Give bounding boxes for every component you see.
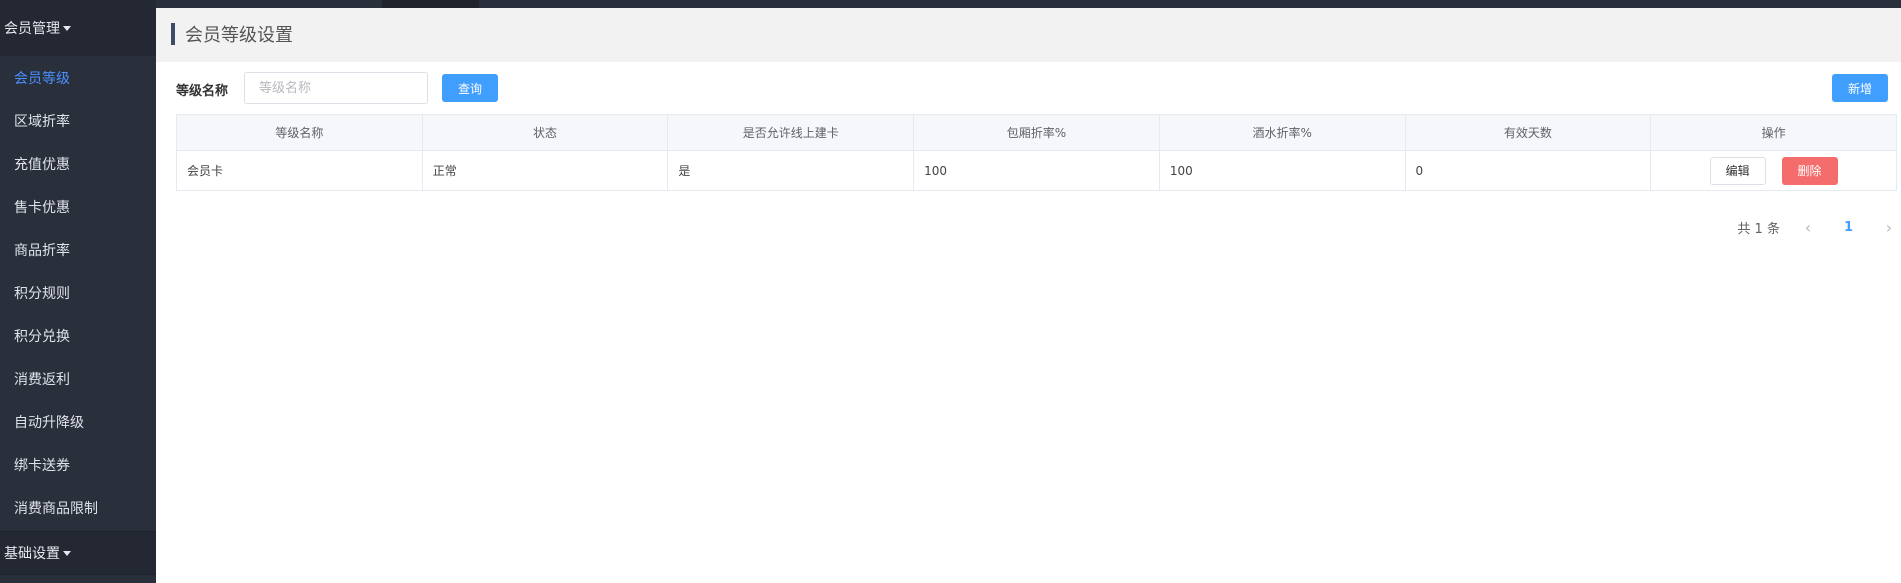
add-button[interactable]: 新增 [1832,74,1888,102]
sidebar-item-card-sale-discount[interactable]: 售卡优惠 [0,185,156,228]
sidebar-item-recharge-discount[interactable]: 充值优惠 [0,142,156,185]
cell-days: 0 [1404,150,1652,191]
sidebar-item-label: 会员等级 [14,70,70,87]
app-root: 会员管理 会员等级 区域折率 充值优惠 售卡优惠 商品折率 积分规则 积分兑换 … [0,0,1901,583]
top-tab[interactable] [382,0,479,8]
cell-room-rate: 100 [913,150,1160,191]
cell-online: 是 [667,150,915,191]
col-header: 等级名称 [176,114,423,151]
sidebar-item-bind-card-coupon[interactable]: 绑卡送券 [0,443,156,486]
sidebar-item-consume-rebate[interactable]: 消费返利 [0,357,156,400]
sidebar-item-label: 积分规则 [14,285,70,302]
cell-drink-rate: 100 [1158,150,1406,191]
query-button[interactable]: 查询 [442,74,498,102]
filter-label: 等级名称 [176,84,229,99]
sidebar-item-label: 消费商品限制 [14,500,98,517]
sidebar-item-label: 绑卡送券 [14,457,70,474]
next-page-icon[interactable]: › [1883,218,1895,237]
sidebar-item-points-exchange[interactable]: 积分兑换 [0,314,156,357]
table-header-row: 等级名称 状态 是否允许线上建卡 包厢折率% 酒水折率% 有效天数 操作 [176,114,1897,151]
col-header: 酒水折率% [1158,114,1406,151]
cell-operations: 编辑 删除 [1650,150,1897,191]
total-count: 共 1 条 [1737,221,1780,237]
page-title: 会员等级设置 [171,22,293,46]
caret-down-icon [63,550,71,556]
sidebar-item-product-rate[interactable]: 商品折率 [0,228,156,271]
sidebar-item-label: 消费返利 [14,371,70,388]
sidebar-item-label: 自动升降级 [14,414,84,431]
delete-button[interactable]: 删除 [1781,156,1838,185]
sidebar-item-label: 积分兑换 [14,328,70,345]
sidebar-item-member-level[interactable]: 会员等级 [0,56,156,99]
col-header: 包厢折率% [913,114,1160,151]
filter-toolbar: 等级名称 查询 新增 [176,72,1896,104]
cell-name: 会员卡 [176,150,423,191]
edit-button[interactable]: 编辑 [1709,156,1766,185]
top-bar [156,0,1901,8]
sidebar-item-consume-product-limit[interactable]: 消费商品限制 [0,486,156,529]
col-header: 状态 [421,114,669,151]
sidebar-group-basic-settings[interactable]: 基础设置 [0,531,156,575]
sidebar-menu: 会员等级 区域折率 充值优惠 售卡优惠 商品折率 积分规则 积分兑换 消费返利 … [0,56,156,529]
col-header: 操作 [1650,114,1897,151]
page-header: 会员等级设置 [156,8,1901,62]
title-accent-bar [171,23,175,45]
sidebar-item-points-rules[interactable]: 积分规则 [0,271,156,314]
col-header: 有效天数 [1404,114,1652,151]
sidebar-group-label: 会员管理 [4,21,60,37]
sidebar-group-label: 基础设置 [4,546,60,562]
sidebar-item-label: 区域折率 [14,113,70,130]
page-number[interactable]: 1 [1844,220,1853,235]
sidebar: 会员管理 会员等级 区域折率 充值优惠 售卡优惠 商品折率 积分规则 积分兑换 … [0,0,156,583]
sidebar-item-label: 商品折率 [14,242,70,259]
sidebar-group-member-management[interactable]: 会员管理 [0,0,156,56]
prev-page-icon[interactable]: ‹ [1802,218,1814,237]
pagination: 共 1 条 ‹ 1 › [1737,217,1895,237]
level-table: 等级名称 状态 是否允许线上建卡 包厢折率% 酒水折率% 有效天数 操作 会员卡… [176,114,1897,191]
level-name-input[interactable] [244,72,428,104]
sidebar-item-area-rate[interactable]: 区域折率 [0,99,156,142]
col-header: 是否允许线上建卡 [667,114,915,151]
page-title-text: 会员等级设置 [185,25,293,46]
caret-down-icon [63,25,71,31]
table-row: 会员卡 正常 是 100 100 0 编辑 删除 [176,150,1897,191]
sidebar-item-label: 充值优惠 [14,156,70,173]
sidebar-item-label: 售卡优惠 [14,199,70,216]
cell-status: 正常 [421,150,669,191]
sidebar-item-auto-level[interactable]: 自动升降级 [0,400,156,443]
